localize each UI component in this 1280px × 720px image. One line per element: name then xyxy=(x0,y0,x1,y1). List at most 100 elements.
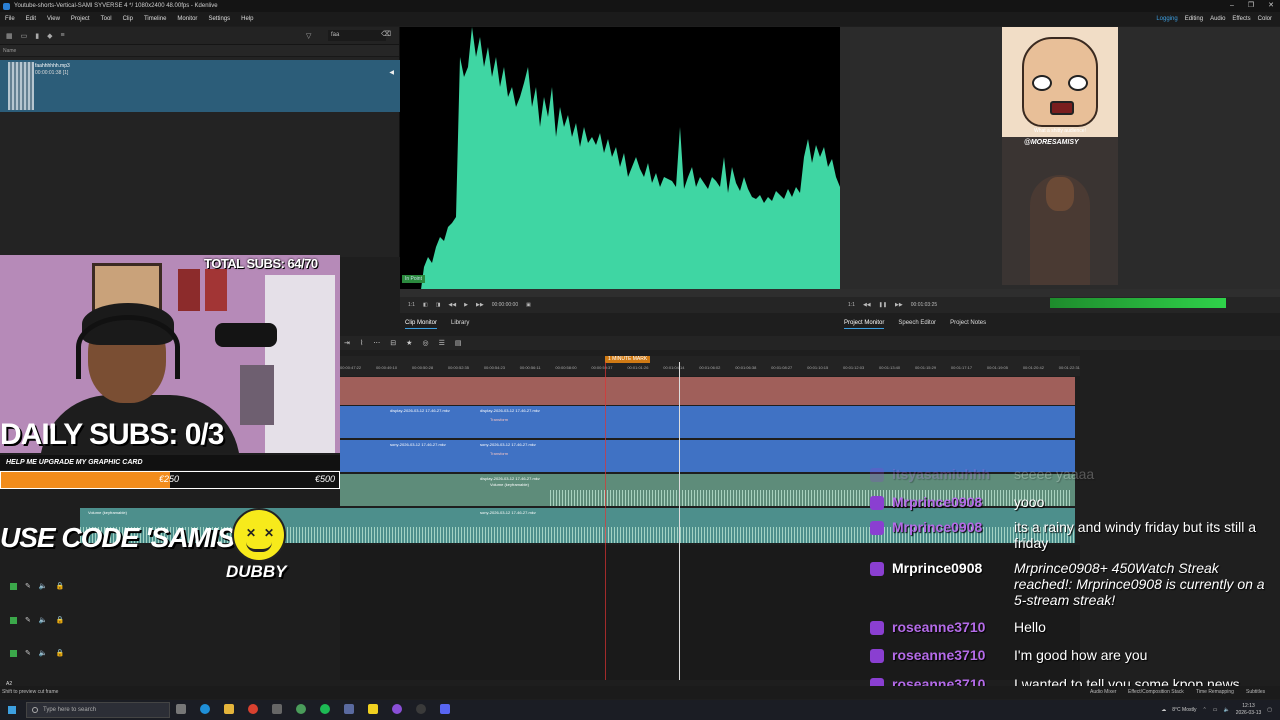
timeline-zone[interactable] xyxy=(340,377,1075,405)
kdenlive-taskbar-icon[interactable] xyxy=(344,704,354,714)
volume-icon[interactable]: 🔈 xyxy=(1223,707,1229,713)
minimize-button[interactable]: – xyxy=(1230,0,1234,12)
chrome-icon[interactable] xyxy=(296,704,306,714)
project-monitor-ruler[interactable] xyxy=(840,289,1280,297)
weather-text[interactable]: 8°C Mostly xyxy=(1172,707,1196,713)
edit-cursor[interactable] xyxy=(605,362,606,680)
menu-project[interactable]: Project xyxy=(71,12,90,26)
tab-audio-mixer[interactable]: Audio Mixer xyxy=(1090,686,1116,699)
lock-icon[interactable]: 🔒 xyxy=(56,616,65,624)
snap-icon[interactable]: ⊟ xyxy=(390,339,396,347)
clip-label[interactable]: display-2026-03-12 17-46-27.mkv xyxy=(390,408,450,413)
menu-clip[interactable]: Clip xyxy=(123,12,133,26)
rewind-icon[interactable]: ◀◀ xyxy=(863,302,871,308)
tab-project-notes[interactable]: Project Notes xyxy=(950,318,986,329)
layout-effects[interactable]: Effects xyxy=(1232,12,1250,26)
mark-in-icon[interactable]: ◧ xyxy=(423,302,428,308)
clip-label[interactable]: sony-2026-03-12 17-46-27.mkv xyxy=(390,442,446,447)
razor-icon[interactable]: ⌇ xyxy=(360,339,363,347)
menu-monitor[interactable]: Monitor xyxy=(177,12,197,26)
playhead[interactable] xyxy=(679,362,680,680)
layout-color[interactable]: Color xyxy=(1258,12,1272,26)
favorite-icon[interactable]: ★ xyxy=(406,339,412,347)
notification-icon[interactable]: ▢ xyxy=(1267,707,1272,713)
notes-icon[interactable] xyxy=(368,704,378,714)
project-timecode[interactable]: 00:01:03:25 xyxy=(911,302,937,308)
menu-tool[interactable]: Tool xyxy=(101,12,112,26)
taskbar-search-input[interactable]: Type here to search xyxy=(26,702,170,718)
edit-icon[interactable]: ✎ xyxy=(25,649,31,657)
layout-editing[interactable]: Editing xyxy=(1185,12,1203,26)
target-icon[interactable]: ◎ xyxy=(422,339,428,347)
windows-start-icon[interactable] xyxy=(8,706,16,714)
lock-icon[interactable]: 🔒 xyxy=(56,649,65,657)
task-view-icon[interactable] xyxy=(176,704,186,714)
folder-icon[interactable]: ▭ xyxy=(21,32,28,40)
discord-icon[interactable] xyxy=(440,704,450,714)
pause-icon[interactable]: ❚❚ xyxy=(879,302,887,308)
tab-subtitles[interactable]: Subtitles xyxy=(1246,686,1265,699)
forward-icon[interactable]: ▶▶ xyxy=(476,302,484,308)
grid-icon[interactable]: ▤ xyxy=(455,339,462,347)
clip-timecode[interactable]: 00:00:00:00 xyxy=(492,302,518,308)
spacer-icon[interactable]: ⋯ xyxy=(373,339,380,347)
menu-help[interactable]: Help xyxy=(241,12,253,26)
edit-icon[interactable]: ✎ xyxy=(25,616,31,624)
tab-effect-stack[interactable]: Effect/Composition Stack xyxy=(1128,686,1184,699)
menu-file[interactable]: File xyxy=(5,12,15,26)
close-button[interactable]: ✕ xyxy=(1268,0,1274,12)
bin-column-name[interactable]: Name xyxy=(0,45,399,57)
tab-time-remap[interactable]: Time Remapping xyxy=(1196,686,1234,699)
clip-monitor-ruler[interactable] xyxy=(400,289,840,297)
app-icon[interactable] xyxy=(416,704,426,714)
mute-icon[interactable]: 🔈 xyxy=(39,649,48,657)
clip-label[interactable]: display-2026-03-12 17-46-27.mkv xyxy=(480,408,540,413)
clip-monitor-view[interactable]: In Point xyxy=(400,27,840,297)
edge-icon[interactable] xyxy=(200,704,210,714)
tab-library[interactable]: Library xyxy=(451,318,469,329)
rewind-icon[interactable]: ◀◀ xyxy=(448,302,456,308)
tray-expand-icon[interactable]: ⌃ xyxy=(1203,707,1207,713)
clear-search-icon[interactable]: ⌫ xyxy=(381,30,391,38)
play-icon[interactable]: ▶ xyxy=(464,302,468,308)
tag-icon[interactable]: ◆ xyxy=(47,32,52,40)
zoom-select[interactable]: 1:1 xyxy=(408,302,415,308)
menu-edit[interactable]: Edit xyxy=(26,12,36,26)
menu-settings[interactable]: Settings xyxy=(208,12,230,26)
clock[interactable]: 12:13 2026-03-13 xyxy=(1236,703,1262,717)
lock-icon[interactable]: 🔒 xyxy=(56,582,65,590)
obs-icon[interactable] xyxy=(392,704,402,714)
tab-clip-monitor[interactable]: Clip Monitor xyxy=(405,318,438,329)
delete-icon[interactable]: ▮ xyxy=(35,32,39,40)
chrome-icon[interactable] xyxy=(248,704,258,714)
weather-icon[interactable]: ☁ xyxy=(1161,707,1166,713)
minute-marker[interactable]: 1 MINUTE MARK xyxy=(605,356,651,363)
forward-icon[interactable]: ▶▶ xyxy=(895,302,903,308)
layout-audio[interactable]: Audio xyxy=(1210,12,1225,26)
clip-label[interactable]: sony-2026-03-12 17-46-27.mkv xyxy=(480,510,536,515)
view-icon[interactable]: ▦ xyxy=(6,32,13,40)
bin-search-input[interactable]: faa xyxy=(328,30,386,41)
options-icon[interactable]: ▣ xyxy=(526,302,531,308)
file-explorer-icon[interactable] xyxy=(224,704,234,714)
mute-icon[interactable]: 🔈 xyxy=(39,616,48,624)
filter-icon[interactable]: ▽ xyxy=(306,32,311,40)
mixer-icon[interactable]: ☰ xyxy=(439,339,445,347)
tab-project-monitor[interactable]: Project Monitor xyxy=(844,318,885,329)
bin-clip-item[interactable]: faahhhhhh.mp3 00:00:01:38 [1] ◀ xyxy=(0,60,400,112)
clip-label[interactable]: sony-2026-03-12 17-46-27.mkv xyxy=(480,442,536,447)
mute-icon[interactable]: 🔈 xyxy=(39,582,48,590)
zoom-select[interactable]: 1:1 xyxy=(848,302,855,308)
menu-view[interactable]: View xyxy=(47,12,60,26)
timeline-ruler[interactable]: 1 MINUTE MARK 00:00:47:22 00:00:49:10 00… xyxy=(340,356,1080,376)
spotify-icon[interactable] xyxy=(320,704,330,714)
clip-label[interactable]: display-2026-03-12 17-46-27.mkv xyxy=(480,476,540,481)
tab-speech-editor[interactable]: Speech Editor xyxy=(898,318,936,329)
menu-icon[interactable]: ≡ xyxy=(61,32,65,39)
maximize-button[interactable]: ❐ xyxy=(1248,0,1254,12)
edit-icon[interactable]: ✎ xyxy=(25,582,31,590)
network-icon[interactable]: ▭ xyxy=(1213,707,1218,713)
video-track-v2[interactable]: display-2026-03-12 17-46-27.mkv display-… xyxy=(340,406,1075,438)
layout-logging[interactable]: Logging xyxy=(1156,12,1177,26)
arrow-icon[interactable]: ⇥ xyxy=(344,339,350,347)
